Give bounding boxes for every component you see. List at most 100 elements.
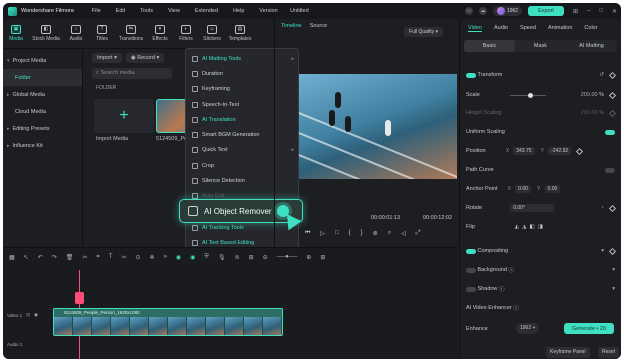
freeze-icon[interactable]: ❄ [150,254,155,261]
keyframe-panel-button[interactable]: Keyframe Panel [546,347,590,358]
keyframe-diamond-icon[interactable] [608,91,617,99]
shadow-section[interactable]: Shadow ⓘ ▾ [466,283,615,295]
rotate-field[interactable]: 0.00° [510,204,555,212]
background-toggle[interactable] [466,267,476,273]
import-media-tile[interactable]: + [94,99,154,133]
flip-right-icon[interactable]: ◨ [538,224,543,230]
ai-enhancer-section[interactable]: AI Video Enhancer ⓘ [466,302,615,314]
compositing-section[interactable]: Compositing ▾ [466,245,617,257]
mark-in-icon[interactable]: { [349,230,351,237]
keyframe-diamond-icon[interactable] [576,147,584,155]
position-x-field[interactable]: 343.75 [513,147,535,155]
transform-toggle[interactable] [466,72,476,78]
sidebar-item-influence-kit[interactable]: ▸ Influence Kit [3,137,82,154]
menu-edit[interactable]: Edit [116,8,125,14]
anchor-y-field[interactable]: 0.00 [544,185,561,193]
minimize-icon[interactable]: – [587,8,590,14]
zoom-out-icon[interactable]: ⊖ [263,254,268,261]
compositing-toggle[interactable] [466,248,476,254]
record-dropdown[interactable]: ◉ Record ▾ [125,53,165,63]
more-icon[interactable]: » [164,254,167,260]
grid-icon[interactable]: ⊞ [573,8,578,15]
position-y-field[interactable]: -242.92 [548,147,572,155]
timeline-ruler[interactable] [53,268,458,276]
sidebar-item-editing-presets[interactable]: ▸ Editing Presets [3,120,82,137]
shadow-toggle[interactable] [466,286,476,292]
tab-color[interactable]: Color [584,25,597,32]
quality-dropdown[interactable]: Full Quality ▾ [404,27,443,37]
anchor-x-field[interactable]: 0.00 [515,185,531,193]
snapshot-icon[interactable]: ⊚ [373,230,378,237]
cloud-icon[interactable]: ☁ [478,7,487,15]
tab-audio[interactable]: ♪ Audio [63,19,89,48]
ai-audio-icon[interactable]: ≋ [235,254,240,261]
tab-templates[interactable]: ▤ Templates [225,19,255,48]
prev-frame-icon[interactable]: ⏮ [305,230,310,237]
split-icon[interactable]: ✂ [82,254,87,261]
search-input[interactable]: ⌕ Search media [92,68,172,79]
height-value[interactable]: 200.00 [581,110,598,116]
keyframe-diamond-icon[interactable] [608,204,617,212]
close-icon[interactable]: ✕ [612,8,617,15]
tl-settings-icon[interactable]: ⊞ [320,254,325,261]
menu-extended[interactable]: Extended [195,8,218,14]
tab-source[interactable]: Source [310,23,327,29]
keyframe-diamond-icon[interactable] [608,109,617,117]
tab-timeline[interactable]: Timeline [281,23,302,29]
tab-titles[interactable]: T Titles [89,19,115,48]
uniform-scaling-toggle[interactable] [605,129,615,135]
menu-file[interactable]: File [92,8,101,14]
volume-icon[interactable]: ◁ [401,230,406,237]
render-icon[interactable]: ◉ [176,254,181,261]
sidebar-item-cloud-media[interactable]: Cloud Media [3,103,82,120]
flip-vertical-icon[interactable]: ◮ [522,224,526,230]
zoom-in-icon[interactable]: ⊕ [306,254,311,261]
rotate-dial-icon[interactable]: ◔ [601,205,604,211]
redo-icon[interactable]: ↷ [52,254,57,261]
tab-effects[interactable]: ✦ Effects [147,19,173,48]
text-tl-icon[interactable]: T [109,254,113,260]
import-dropdown[interactable]: Import ▾ [92,53,122,63]
subtab-ai-matting[interactable]: AI Matting [566,40,617,52]
zoom-icon[interactable]: ⌕ [388,230,391,237]
tab-filters[interactable]: ◐ Filters [173,19,199,48]
tab-media[interactable]: ▣ Media [3,19,29,48]
background-section[interactable]: Background ⓘ ▾ [466,264,615,276]
sidebar-item-project-media[interactable]: ▾ Project Media [3,52,82,69]
layout-icon[interactable]: ▦ [9,254,15,261]
mic-icon[interactable]: 🎙 [218,254,226,261]
crop-tl-icon[interactable]: ⌗ [96,254,99,261]
scale-value[interactable]: 200.00 [581,92,598,98]
snap-icon[interactable]: ⊞ [249,254,254,261]
ai-cut-icon[interactable]: ✂ [121,254,126,261]
flip-horizontal-icon[interactable]: ◭ [515,224,519,230]
scale-slider-knob[interactable] [528,93,533,98]
subtab-basic[interactable]: Basic [464,40,515,52]
tab-transitions[interactable]: ⇆ Transitions [115,19,147,48]
delete-icon[interactable]: 🗑 [66,254,74,261]
keyframe-diamond-icon[interactable] [608,71,617,79]
menu-version[interactable]: Version [259,8,277,14]
fullscreen-icon[interactable]: ⤢ [416,230,421,237]
keyframe-diamond-icon[interactable] [608,247,617,255]
tab-audio-props[interactable]: Audio [494,25,508,32]
subtab-mask[interactable]: Mask [515,40,566,52]
generate-button[interactable]: Generate • 20 [564,323,614,334]
select-icon[interactable]: ↖ [24,254,29,261]
sidebar-item-global-media[interactable]: ▸ Global Media [3,86,82,103]
reset-icon[interactable]: ↺ [599,72,604,78]
eye-icon[interactable]: ◉ [34,312,38,318]
zoom-slider[interactable]: ──●── [277,254,298,260]
marker-icon[interactable]: ◉ [190,254,195,261]
menu-help[interactable]: Help [233,8,244,14]
tab-speed[interactable]: Speed [520,25,536,32]
play-icon[interactable]: ▷ [320,230,325,237]
speed-icon[interactable]: ⊙ [136,254,141,261]
mark-out-icon[interactable]: } [361,230,363,237]
credits-badge[interactable]: 1962 [492,6,523,16]
export-button[interactable]: Export [528,6,564,16]
lock-icon[interactable]: ⊡ [26,312,30,318]
menu-view[interactable]: View [168,8,180,14]
stop-icon[interactable]: □ [335,230,339,237]
tab-stickers[interactable]: ☺ Stickers [199,19,225,48]
